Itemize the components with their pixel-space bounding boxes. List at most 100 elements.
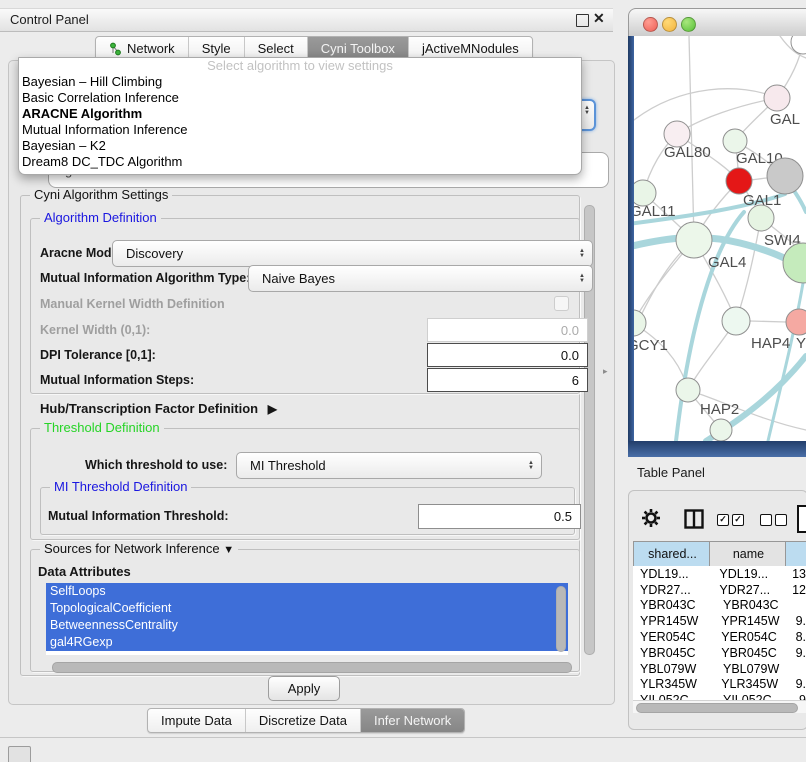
network-node-label: GAL11: [634, 203, 676, 220]
network-node-label: GCY1: [634, 337, 668, 354]
table-row[interactable]: YDR27...YDR27...12: [633, 582, 806, 598]
settings-horizontal-scrollbar[interactable]: [52, 662, 572, 673]
tab-discretize-data[interactable]: Discretize Data: [245, 709, 360, 732]
float-window-icon[interactable]: [576, 14, 589, 27]
table-row[interactable]: YBR045CYBR045C9.: [633, 645, 806, 661]
table-row[interactable]: YLR345WYLR345W9.: [633, 677, 806, 693]
minimized-panel-button[interactable]: [8, 746, 31, 762]
data-attribute-item[interactable]: BetweennessCentrality: [46, 617, 568, 634]
dpi-tolerance-input[interactable]: 0.0: [427, 343, 588, 367]
kernel-width-input[interactable]: 0.0: [427, 318, 588, 342]
data-attribute-item[interactable]: gal4RGexp: [46, 634, 568, 651]
algorithm-definition-title: Algorithm Definition: [40, 210, 161, 225]
which-threshold-combobox[interactable]: MI Threshold ▲▼: [236, 452, 542, 479]
mi-steps-input[interactable]: 6: [427, 368, 588, 392]
mi-type-combobox[interactable]: Naive Bayes ▲▼: [248, 265, 593, 292]
tab-label: Impute Data: [161, 709, 232, 732]
page-icon[interactable]: [797, 505, 806, 533]
close-traffic-light-icon[interactable]: [643, 17, 658, 32]
table-horizontal-scrollbar-track[interactable]: [633, 700, 806, 713]
network-node-hap4[interactable]: [722, 307, 750, 335]
table-row[interactable]: YDL19...YDL19...13: [633, 566, 806, 582]
network-edge[interactable]: [677, 98, 777, 134]
settings-group-title: Cyni Algorithm Settings: [30, 187, 172, 202]
network-node-gal[interactable]: [764, 85, 790, 111]
table-row[interactable]: YIL052CYIL052C9: [633, 692, 806, 700]
chevron-right-icon: ▶: [268, 402, 277, 416]
threshold-definition-title: Threshold Definition: [40, 420, 164, 435]
hub-definition-toggle[interactable]: Hub/Transcription Factor Definition ▶: [40, 401, 277, 416]
network-edge[interactable]: [634, 89, 777, 120]
table-cell: YBR045C: [633, 646, 714, 660]
unchecked-box-icon[interactable]: [775, 514, 787, 526]
table-row[interactable]: YBL079WYBL079W: [633, 661, 806, 677]
algorithm-option[interactable]: Basic Correlation Inference: [19, 90, 581, 106]
network-node-gal1[interactable]: [726, 168, 752, 194]
network-node-gcy1[interactable]: [634, 310, 646, 336]
algorithm-dropdown-list: Bayesian – Hill ClimbingBasic Correlatio…: [19, 74, 581, 170]
network-node-gal4[interactable]: [676, 222, 712, 258]
network-node-y[interactable]: [786, 309, 806, 335]
attributes-vertical-scrollbar[interactable]: [556, 586, 566, 652]
table-body: YDL19...YDL19...13YDR27...YDR27...12YBR0…: [633, 566, 806, 700]
minimize-traffic-light-icon[interactable]: [662, 17, 677, 32]
algorithm-option[interactable]: Mutual Information Inference: [19, 122, 581, 138]
network-edge[interactable]: [750, 321, 786, 322]
unchecked-box-icon[interactable]: [760, 514, 772, 526]
algorithm-option[interactable]: Dream8 DC_TDC Algorithm: [19, 154, 581, 170]
aracne-mode-combobox[interactable]: Discovery ▲▼: [112, 240, 593, 267]
table-row[interactable]: YBR043CYBR043C: [633, 598, 806, 614]
network-node[interactable]: [710, 419, 732, 441]
control-panel-title: Control Panel: [10, 12, 89, 27]
algorithm-option[interactable]: ARACNE Algorithm: [19, 106, 581, 122]
network-edge[interactable]: [634, 323, 688, 390]
algorithm-option[interactable]: Bayesian – Hill Climbing: [19, 74, 581, 90]
tab-infer-network[interactable]: Infer Network: [360, 709, 464, 732]
zoom-traffic-light-icon[interactable]: [681, 17, 696, 32]
data-attribute-item[interactable]: TopologicalCoefficient: [46, 600, 568, 617]
split-columns-icon[interactable]: [684, 509, 704, 534]
dpi-tolerance-label: DPI Tolerance [0,1]:: [40, 348, 156, 362]
checked-box-icon[interactable]: ✓: [717, 514, 729, 526]
split-pane-handle[interactable]: ▸: [603, 366, 608, 377]
mi-type-value: Naive Bayes: [262, 271, 335, 286]
network-node-swi4[interactable]: [748, 205, 774, 231]
kernel-width-label: Kernel Width (0,1):: [40, 323, 150, 337]
chevron-down-icon[interactable]: ▼: [223, 544, 234, 556]
network-node-hap2[interactable]: [676, 378, 700, 402]
table-column-header[interactable]: shared...: [633, 541, 712, 567]
table-cell: YBL079W: [716, 662, 793, 676]
gear-icon[interactable]: [641, 507, 661, 534]
stepper-icon: ▲▼: [528, 453, 534, 478]
mi-steps-label: Mutual Information Steps:: [40, 373, 194, 387]
table-cell: YER054C: [714, 630, 789, 644]
network-node-label: Y: [796, 335, 806, 352]
manual-kernel-label: Manual Kernel Width Definition: [40, 297, 225, 311]
checked-box-icon[interactable]: ✓: [732, 514, 744, 526]
manual-kernel-checkbox[interactable]: [554, 296, 569, 311]
table-cell: YBR043C: [716, 598, 793, 612]
table-cell: 9.: [790, 646, 806, 660]
table-row[interactable]: YPR145WYPR145W9.: [633, 613, 806, 629]
network-node[interactable]: [767, 158, 803, 194]
table-horizontal-scrollbar[interactable]: [636, 703, 798, 713]
table-cell: YIL052C: [633, 693, 716, 700]
stepper-icon: ▲▼: [579, 266, 585, 291]
table-cell: 12: [786, 583, 806, 597]
tab-impute-data[interactable]: Impute Data: [148, 709, 245, 732]
table-row[interactable]: YER054CYER054C8.: [633, 629, 806, 645]
algorithm-option[interactable]: Bayesian – K2: [19, 138, 581, 154]
table-cell: YDL19...: [712, 567, 786, 581]
data-attributes-list[interactable]: SelfLoopsTopologicalCoefficientBetweenne…: [46, 583, 568, 655]
network-window-titlebar[interactable]: [628, 8, 806, 38]
network-view[interactable]: GALGAL80GAL10GAL1GAL11SWI4GAL4GCY1HAP4YH…: [634, 36, 806, 441]
data-attribute-item[interactable]: SelfLoops: [46, 583, 568, 600]
close-icon[interactable]: ✕: [593, 10, 605, 27]
network-node[interactable]: [783, 243, 806, 283]
table-column-header[interactable]: [785, 541, 806, 567]
table-column-header[interactable]: name: [709, 541, 788, 567]
mi-threshold-input[interactable]: 0.5: [418, 504, 581, 529]
table-cell: YDR27...: [712, 583, 786, 597]
table-cell: YLR345W: [633, 677, 714, 691]
apply-button[interactable]: Apply: [268, 676, 340, 701]
